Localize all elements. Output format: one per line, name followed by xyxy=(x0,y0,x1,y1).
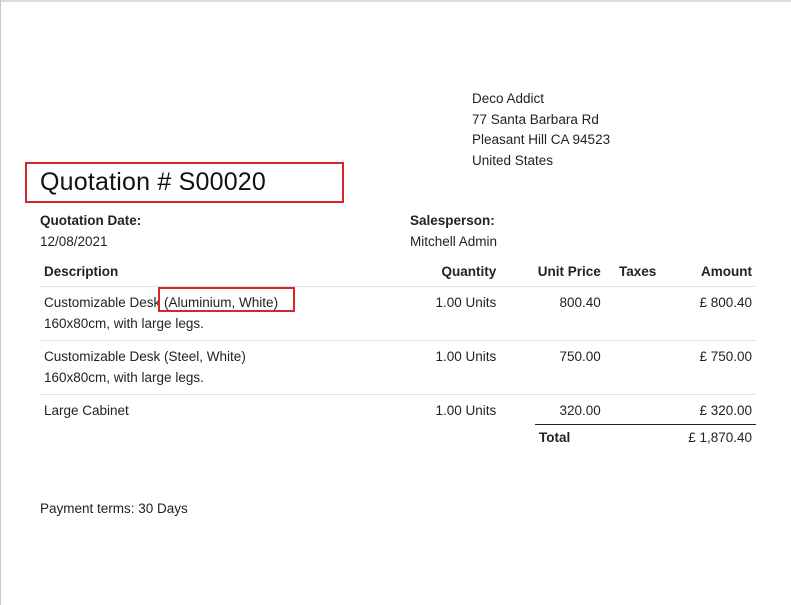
header-unit-price: Unit Price xyxy=(500,258,605,287)
salesperson-label: Salesperson: xyxy=(410,213,495,228)
line-amount: £ 750.00 xyxy=(670,340,756,395)
customer-name: Deco Addict xyxy=(472,91,545,106)
line-taxes xyxy=(605,395,671,428)
variant-attribute-highlight-box xyxy=(158,287,295,312)
line-quantity: 1.00 Units xyxy=(435,403,497,418)
header-quantity: Quantity xyxy=(405,258,501,287)
total-label: Total xyxy=(539,430,571,445)
payment-terms: Payment terms: 30 Days xyxy=(40,501,188,516)
total-row: Total £ 1,870.40 xyxy=(535,425,756,445)
table-row: Large Cabinet 1.00 Units 320.00 £ 320.00 xyxy=(40,395,756,428)
total-value: £ 1,870.40 xyxy=(688,430,752,445)
line-unit-price: 320.00 xyxy=(559,403,601,418)
customer-address: Deco Addict 77 Santa Barbara Rd Pleasant… xyxy=(472,89,610,171)
order-lines-table: Description Quantity Unit Price Taxes Am… xyxy=(40,258,756,427)
line-amount: £ 800.40 xyxy=(670,286,756,341)
line-quantity: 1.00 Units xyxy=(405,286,501,341)
page-top-border xyxy=(0,0,791,2)
line-taxes xyxy=(604,286,671,341)
table-row: Customizable Desk (Steel, White) 160x80c… xyxy=(40,340,756,395)
title-highlight-box xyxy=(25,162,344,203)
salesperson-value: Mitchell Admin xyxy=(410,234,498,249)
line-amount: £ 320.00 xyxy=(699,403,752,418)
customer-country: United States xyxy=(472,152,554,168)
line-taxes xyxy=(604,340,671,395)
line-unit-price: 800.40 xyxy=(500,286,605,341)
customer-street: 77 Santa Barbara Rd xyxy=(472,111,599,127)
line-unit-price: 750.00 xyxy=(500,340,605,395)
quotation-date-label: Quotation Date: xyxy=(40,213,142,228)
page-left-border xyxy=(0,0,1,605)
salesperson-block: Salesperson: Mitchell Admin xyxy=(410,210,497,252)
line-description-main: Customizable Desk (Steel, White) xyxy=(44,349,246,364)
table-header-row: Description Quantity Unit Price Taxes Am… xyxy=(40,258,756,287)
line-description-main: Large Cabinet xyxy=(44,403,129,418)
quotation-date-block: Quotation Date: 12/08/2021 xyxy=(40,210,141,252)
customer-city: Pleasant Hill CA 94523 xyxy=(472,132,611,147)
line-description-note: 160x80cm, with large legs. xyxy=(44,316,204,331)
line-quantity: 1.00 Units xyxy=(405,340,501,395)
header-description: Description xyxy=(40,258,406,287)
totals-block: Total £ 1,870.40 xyxy=(535,424,756,445)
quotation-date-value: 12/08/2021 xyxy=(40,234,108,249)
line-description: Large Cabinet xyxy=(40,395,405,428)
header-amount: Amount xyxy=(670,258,756,287)
line-description-note: 160x80cm, with large legs. xyxy=(44,370,204,385)
line-description: Customizable Desk (Steel, White) 160x80c… xyxy=(40,340,406,395)
header-taxes: Taxes xyxy=(604,258,671,287)
table-row: Customizable Desk (Aluminium, White) 160… xyxy=(40,286,756,341)
